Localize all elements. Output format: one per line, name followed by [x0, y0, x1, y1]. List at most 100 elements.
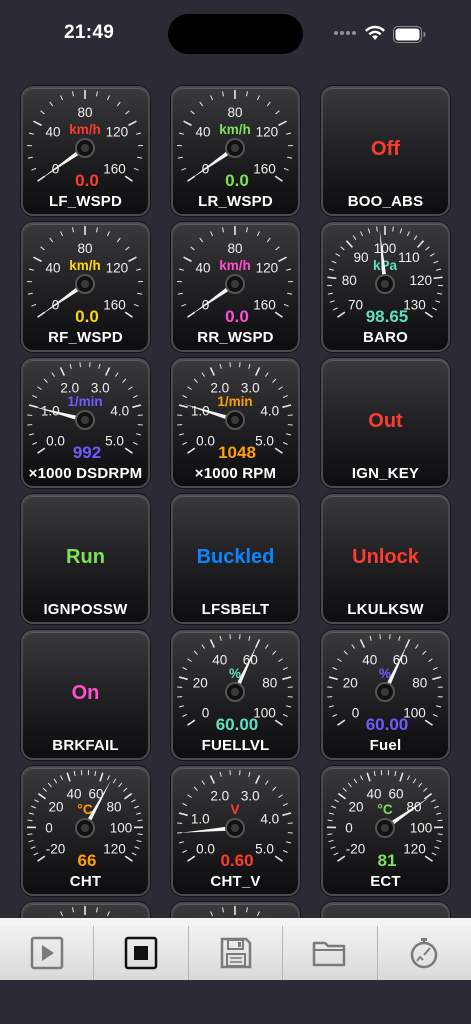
minor-tick — [278, 658, 283, 663]
minor-tick — [177, 292, 183, 295]
minor-tick — [182, 395, 188, 399]
major-tick — [128, 256, 137, 263]
gauge-tile-1000-dsdrpm[interactable]: 0.01.02.03.04.05.01/min992×1000 DSDRPM — [21, 358, 150, 488]
gauge-dial — [49, 906, 121, 918]
minor-tick — [376, 226, 378, 232]
major-tick — [274, 175, 283, 182]
switch-state-value: On — [71, 682, 100, 704]
tick-label: 80 — [106, 800, 121, 815]
minor-tick — [406, 775, 410, 781]
needle-hub-center — [81, 824, 89, 832]
minor-tick — [116, 101, 121, 107]
minor-tick — [335, 253, 341, 257]
minor-tick — [137, 156, 143, 159]
gauge-tile-lr-wspd[interactable]: 04080120160km/h0.0LR_WSPD — [171, 86, 300, 216]
minor-tick — [282, 849, 288, 853]
tick-label: 4.0 — [110, 404, 129, 419]
open-folder-button[interactable] — [283, 926, 378, 980]
switch-tile-ignpossw[interactable]: Run IGNPOSSW — [21, 494, 150, 624]
play-icon — [30, 936, 63, 970]
major-tick — [183, 120, 192, 127]
gauge-tile-rr-wspd[interactable]: 04080120160km/h0.0RR_WSPD — [171, 222, 300, 352]
gauge-tile-ect[interactable]: -20020406080100120°C81ECT — [321, 766, 450, 896]
major-tick — [274, 447, 283, 454]
minor-tick — [394, 770, 397, 777]
minor-tick — [71, 91, 75, 97]
gauge-value: 98.65 — [366, 307, 409, 326]
gauge-tile-empty-18[interactable] — [21, 902, 150, 918]
major-tick — [104, 367, 111, 376]
tick-label: 80 — [412, 676, 427, 691]
major-tick — [123, 792, 133, 800]
minor-tick — [245, 91, 249, 97]
tick-label: 120 — [106, 260, 129, 275]
tile-label: ECT — [370, 873, 401, 890]
switch-tile-empty-20[interactable] — [321, 902, 450, 918]
gauge-tile-fuellvl[interactable]: 020406080100%60.00FUELLVL — [171, 630, 300, 760]
minor-tick — [332, 667, 338, 671]
major-tick — [124, 855, 133, 862]
tile-label: LFSBELT — [201, 601, 270, 618]
gauge-tile-baro[interactable]: 70 80 90 100 110 120 130 kPa 98.65 BARO — [321, 222, 450, 352]
major-tick — [187, 719, 196, 726]
needle-hub-center — [231, 688, 239, 696]
switch-tile-boo-abs[interactable]: Off BOO_ABS — [321, 86, 450, 216]
gauge-grid[interactable]: 0 40 80 120 160 km/h 0.0 LF_WSPD 0 40 80 120 160 km/h… — [0, 84, 471, 918]
major-tick — [37, 792, 47, 800]
minor-tick — [49, 101, 54, 107]
tick-label: 20 — [349, 800, 364, 815]
major-tick — [345, 240, 354, 248]
minor-tick — [28, 812, 34, 815]
timer-button[interactable] — [378, 926, 471, 980]
gauge-tile-lf-wspd[interactable]: 04080120160km/h0.0LF_WSPD — [21, 86, 150, 216]
minor-tick — [98, 363, 101, 369]
minor-tick — [27, 819, 33, 822]
minor-tick — [327, 819, 333, 822]
major-tick — [254, 367, 261, 376]
tick-label: 0 — [202, 706, 210, 721]
wifi-icon — [365, 25, 385, 40]
switch-tile-lfsbelt[interactable]: Buckled LFSBELT — [171, 494, 300, 624]
minor-tick — [137, 833, 143, 835]
minor-tick — [283, 303, 289, 307]
minor-tick — [210, 911, 214, 917]
gauge-tile-empty-19[interactable] — [171, 902, 300, 918]
save-button[interactable] — [189, 926, 284, 980]
unit-label: 1/min — [67, 394, 102, 409]
minor-tick — [118, 782, 123, 788]
gauge-tile-cht-v[interactable]: 0.0 1.0 2.0 3.0 4.0 5.0 V 0.60 CHT_V — [171, 766, 300, 896]
play-button[interactable] — [0, 926, 95, 980]
major-tick — [128, 120, 137, 127]
tick-label: 40 — [46, 124, 61, 139]
major-tick — [424, 719, 433, 726]
stop-button[interactable] — [94, 926, 189, 980]
tick-label: 40 — [212, 652, 227, 667]
switch-tile-ign-key[interactable]: Out IGN_KEY — [321, 358, 450, 488]
gauge-tile-1000-rpm[interactable]: 0.0 1.0 2.0 3.0 4.0 5.0 1/min 1048 ×1000 RPM — [171, 358, 300, 488]
minor-tick — [51, 372, 56, 377]
major-tick — [274, 719, 283, 726]
minor-tick — [219, 771, 222, 777]
tick-label: 20 — [49, 800, 64, 815]
gauge-tile-fuel[interactable]: 020406080100%60.00Fuel — [321, 630, 450, 760]
gauge-tile-rf-wspd[interactable]: 04080120160km/h0.0RF_WSPD — [21, 222, 150, 352]
minor-tick — [193, 650, 198, 655]
minor-tick — [437, 833, 443, 835]
gauge-tile-cht[interactable]: -20 0 20 40 60 80 100 120 °C 66 CHT — [21, 766, 150, 896]
major-tick — [37, 855, 46, 862]
tick-label: 1.0 — [191, 812, 210, 827]
switch-tile-brkfail[interactable]: On BRKFAIL — [21, 630, 150, 760]
minor-tick — [43, 378, 48, 383]
tile-label: CHT — [69, 873, 102, 890]
tick-label: 120 — [409, 273, 432, 288]
tile-label: ×1000 RPM — [194, 465, 277, 482]
minor-tick — [210, 95, 214, 101]
switch-tile-lkulksw[interactable]: Unlock LKULKSW — [321, 494, 450, 624]
tick-label: 4.0 — [260, 812, 279, 827]
minor-tick — [42, 787, 47, 792]
minor-tick — [429, 253, 435, 257]
minor-tick — [32, 441, 38, 445]
minor-tick — [133, 303, 139, 307]
minor-tick — [343, 650, 348, 655]
minor-tick — [28, 433, 34, 436]
